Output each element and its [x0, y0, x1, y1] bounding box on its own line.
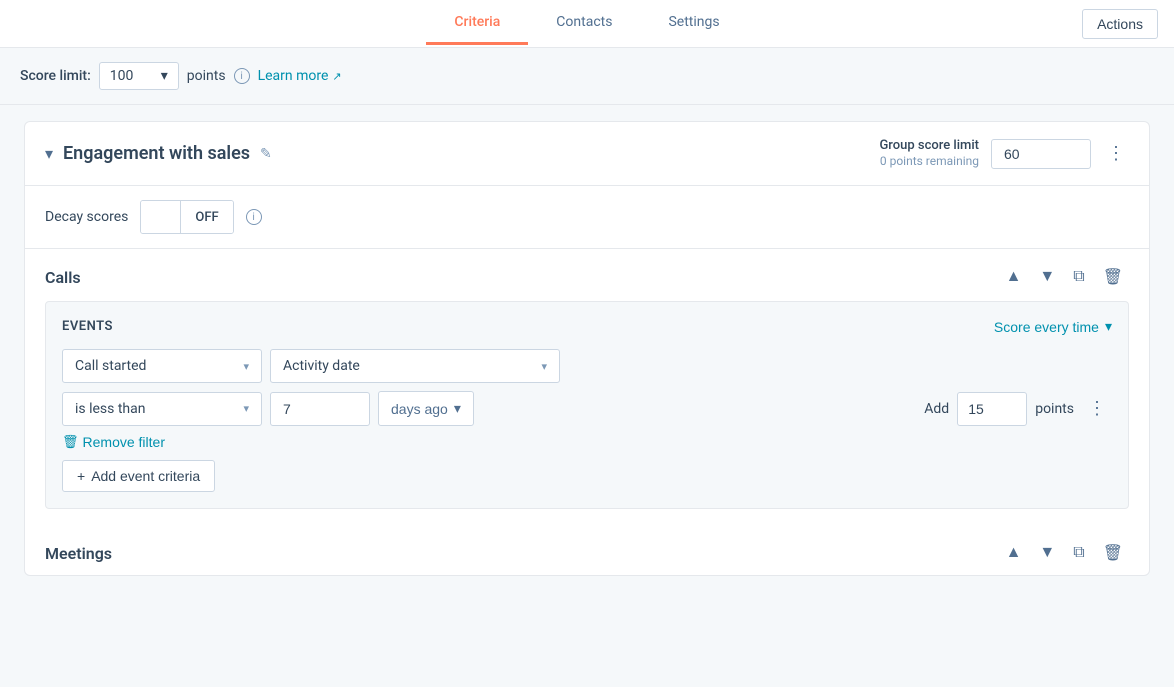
remove-filter-icon: 🗑	[62, 434, 79, 450]
decay-info-icon: i	[246, 209, 262, 225]
score-limit-value: 100	[110, 68, 134, 84]
meetings-copy-button[interactable]: ⧉	[1067, 540, 1090, 566]
group-title: Engagement with sales	[63, 143, 250, 164]
group-score-limit-label: Group score limit	[879, 138, 979, 153]
edit-icon[interactable]: ✎	[260, 146, 272, 162]
activity-date-label: Activity date	[283, 358, 360, 374]
calls-chevron-up-button[interactable]: ▲	[1000, 264, 1028, 290]
operator-label: is less than	[75, 401, 146, 417]
group-score-label-block: Group score limit 0 points remaining	[879, 138, 979, 169]
collapse-icon[interactable]: ▾	[45, 144, 53, 163]
meetings-section-header: Meetings ▲ ▼ ⧉ 🗑	[45, 525, 1129, 567]
decay-label: Decay scores	[45, 209, 128, 225]
call-type-select[interactable]: Call started ▾	[62, 349, 262, 383]
calls-copy-button[interactable]: ⧉	[1067, 264, 1090, 290]
meetings-chevron-up-button[interactable]: ▲	[1000, 540, 1028, 566]
group-more-button[interactable]: ⋮	[1103, 139, 1129, 168]
group-more-icon: ⋮	[1107, 143, 1125, 163]
tab-criteria[interactable]: Criteria	[426, 2, 528, 45]
points-label-sm: points	[1035, 401, 1074, 417]
group-score-row: Group score limit 0 points remaining ⋮	[879, 138, 1129, 169]
score-limit-label: Score limit:	[20, 68, 91, 84]
remove-filter-label: Remove filter	[83, 434, 165, 450]
remove-filter-row: 🗑 Remove filter	[62, 434, 1112, 450]
nav-tabs: Criteria Contacts Settings	[426, 2, 747, 45]
row-kebab-button[interactable]	[1082, 396, 1112, 421]
score-limit-chevron: ▾	[161, 68, 168, 84]
meetings-section-title: Meetings	[45, 544, 112, 563]
add-points-row: Add points	[924, 392, 1112, 426]
days-ago-label: days ago	[391, 401, 448, 417]
external-link-icon: ↗	[332, 70, 341, 83]
tab-contacts[interactable]: Contacts	[528, 2, 640, 45]
group-score-remaining: 0 points remaining	[880, 154, 979, 168]
meetings-section: Meetings ▲ ▼ ⧉ 🗑	[25, 525, 1149, 575]
score-every-label: Score every time	[994, 319, 1099, 335]
meetings-section-actions: ▲ ▼ ⧉ 🗑	[1000, 539, 1129, 567]
toggle-left[interactable]	[141, 201, 181, 233]
calls-section: Calls ▲ ▼ ⧉ 🗑 Events Score ev	[25, 249, 1149, 525]
learn-more-link[interactable]: Learn more ↗	[258, 68, 342, 84]
score-limit-bar: Score limit: 100 ▾ points i Learn more ↗	[0, 48, 1174, 105]
operator-select[interactable]: is less than ▾	[62, 392, 262, 426]
days-ago-button[interactable]: days ago ▾	[378, 391, 474, 426]
activity-date-select[interactable]: Activity date ▾	[270, 349, 560, 383]
add-label: Add	[924, 401, 949, 417]
score-every-button[interactable]: Score every time ▾	[994, 318, 1112, 335]
calls-section-title: Calls	[45, 268, 81, 287]
score-limit-info-icon: i	[234, 68, 250, 84]
remove-filter-button[interactable]: 🗑 Remove filter	[62, 434, 165, 450]
main-content: ▾ Engagement with sales ✎ Group score li…	[0, 105, 1174, 687]
meetings-trash-icon: 🗑	[1103, 545, 1123, 562]
add-event-criteria-button[interactable]: + Add event criteria	[62, 460, 215, 492]
decay-toggle[interactable]: OFF	[140, 200, 233, 234]
meetings-chevron-down-button[interactable]: ▼	[1033, 540, 1061, 566]
actions-button[interactable]: Actions	[1082, 9, 1158, 39]
calls-chevron-down-button[interactable]: ▼	[1033, 264, 1061, 290]
calls-section-header: Calls ▲ ▼ ⧉ 🗑	[45, 249, 1129, 301]
events-card: Events Score every time ▾ Call started ▾…	[45, 301, 1129, 509]
operator-arrow: ▾	[243, 402, 249, 415]
events-label: Events	[62, 319, 113, 334]
score-limit-points-label: points	[187, 68, 226, 84]
filter-row-2: is less than ▾ days ago ▾ Add points	[62, 391, 1112, 426]
meetings-copy-icon: ⧉	[1073, 544, 1084, 561]
meetings-delete-button[interactable]: 🗑	[1097, 539, 1129, 567]
filter-row-1: Call started ▾ Activity date ▾	[62, 349, 1112, 383]
group-title-row: ▾ Engagement with sales ✎	[45, 143, 272, 164]
calls-delete-button[interactable]: 🗑	[1097, 263, 1129, 291]
group-score-input[interactable]	[991, 139, 1091, 169]
calls-section-actions: ▲ ▼ ⧉ 🗑	[1000, 263, 1129, 291]
points-value-input[interactable]	[957, 392, 1027, 426]
group-header: ▾ Engagement with sales ✎ Group score li…	[25, 122, 1149, 186]
toggle-off-label[interactable]: OFF	[181, 201, 232, 233]
call-type-arrow: ▾	[243, 360, 249, 373]
learn-more-label: Learn more	[258, 68, 329, 84]
score-every-chevron: ▾	[1105, 318, 1112, 335]
copy-icon: ⧉	[1073, 268, 1084, 285]
tab-settings[interactable]: Settings	[640, 2, 747, 45]
top-nav: Criteria Contacts Settings Actions	[0, 0, 1174, 48]
score-limit-select[interactable]: 100 ▾	[99, 62, 179, 90]
days-ago-arrow: ▾	[454, 400, 461, 417]
events-header: Events Score every time ▾	[62, 318, 1112, 335]
calls-trash-icon: 🗑	[1103, 269, 1123, 286]
add-criteria-label: Add event criteria	[91, 468, 200, 484]
decay-row: Decay scores OFF i	[25, 186, 1149, 249]
group-card: ▾ Engagement with sales ✎ Group score li…	[24, 121, 1150, 576]
filter-value-input[interactable]	[270, 392, 370, 426]
plus-icon: +	[77, 468, 85, 484]
kebab-icon	[1088, 398, 1106, 418]
activity-date-arrow: ▾	[541, 360, 547, 373]
call-type-label: Call started	[75, 358, 146, 374]
